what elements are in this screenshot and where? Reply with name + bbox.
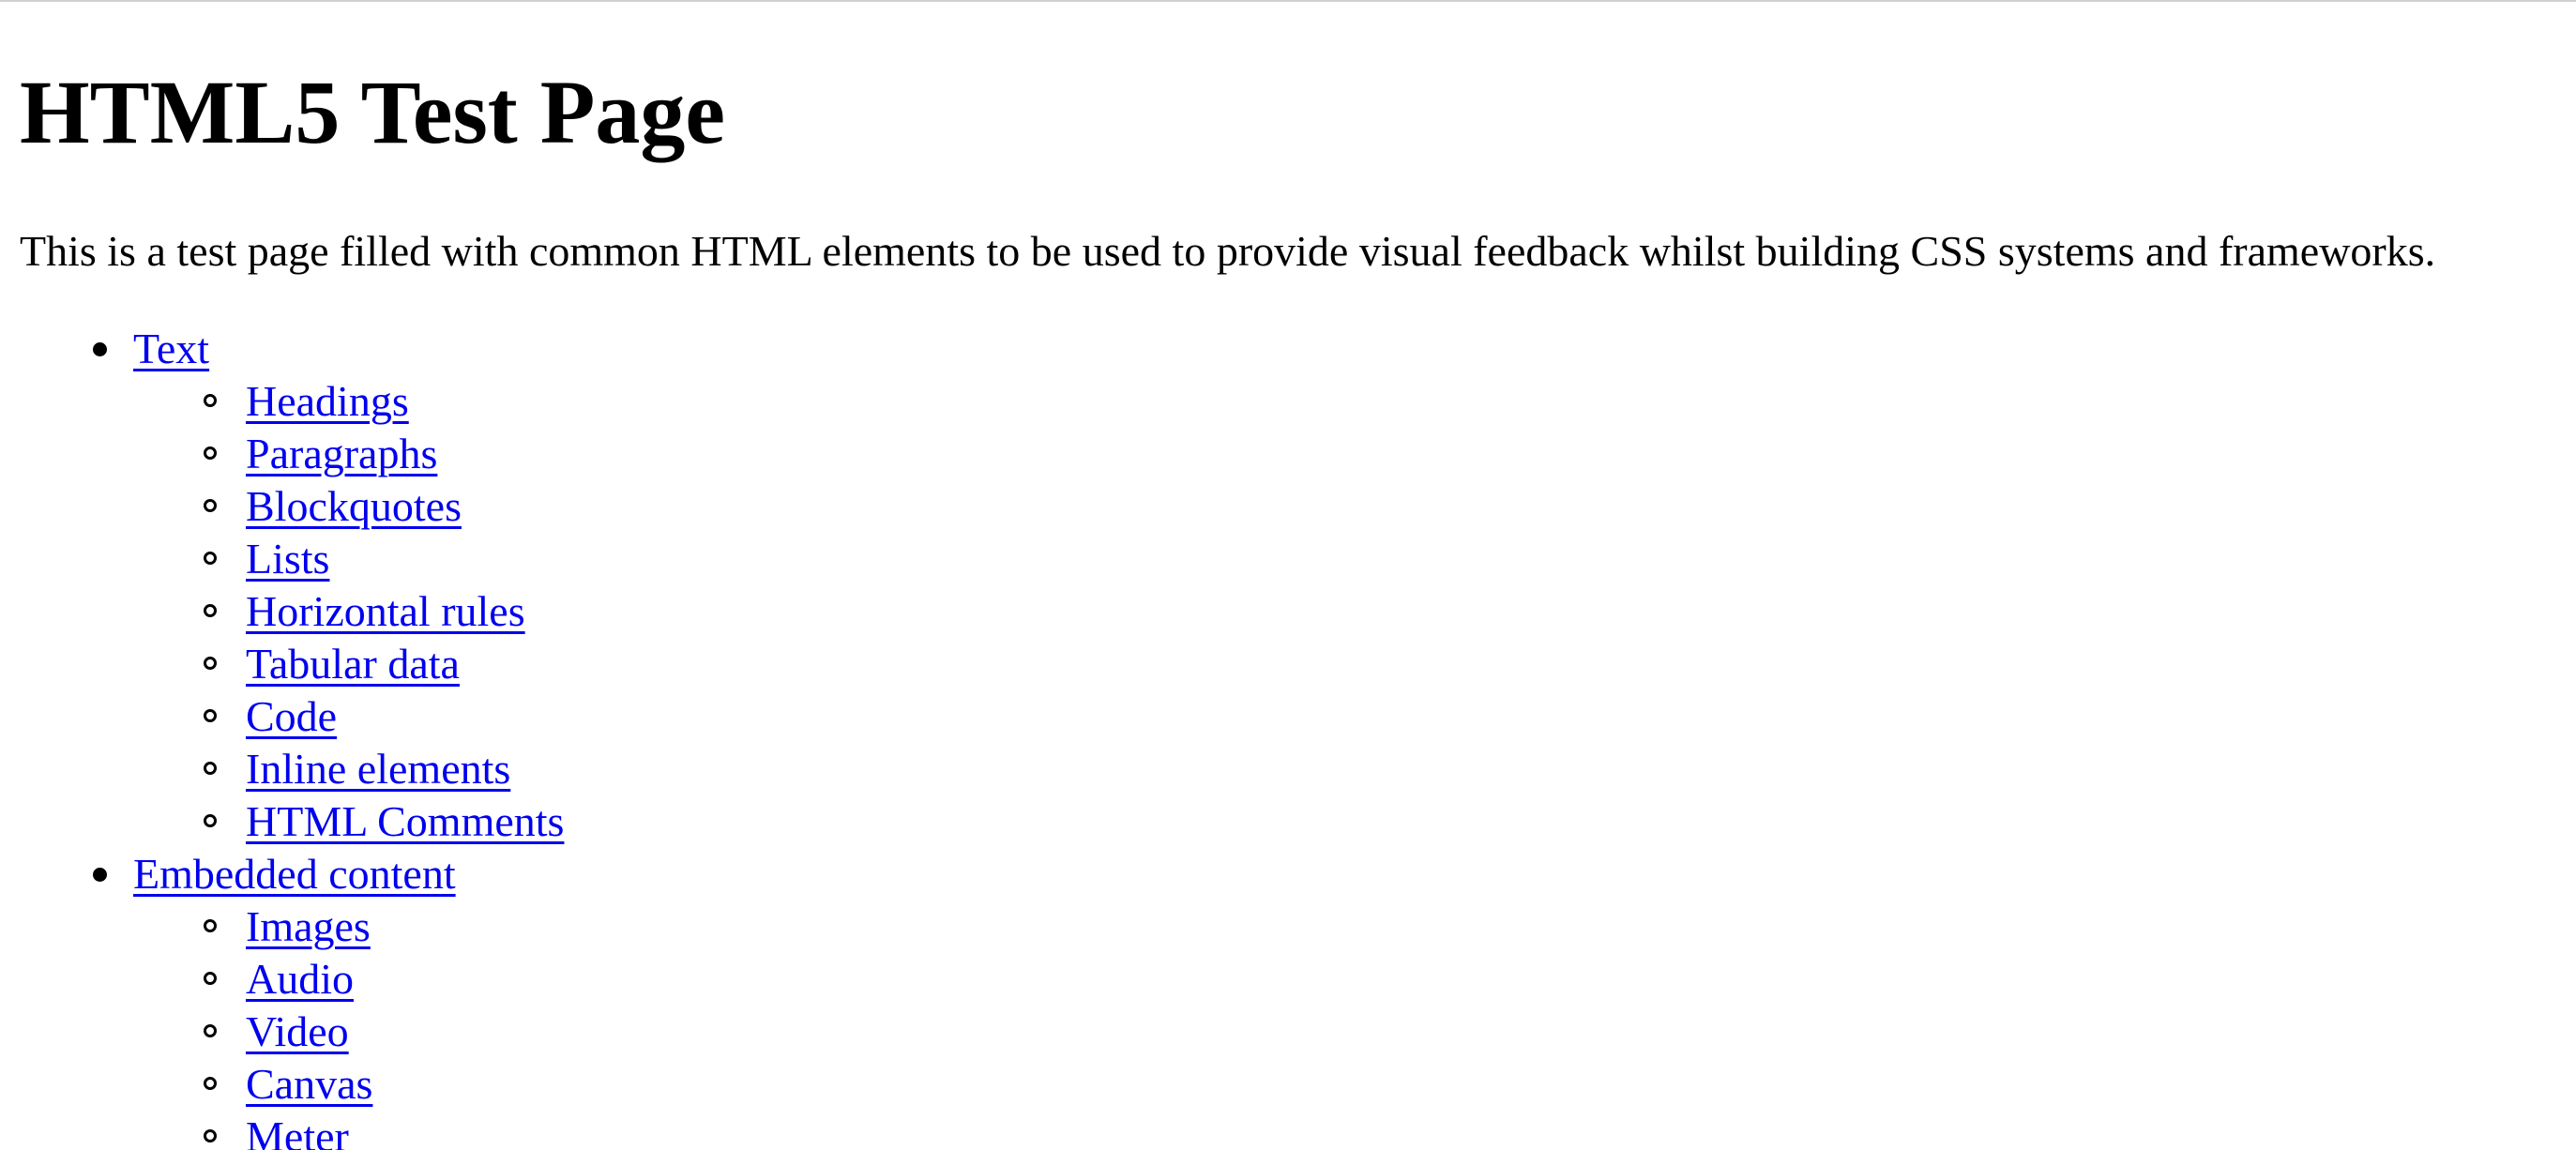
circle-bullet-icon [204, 762, 217, 775]
circle-bullet-icon [204, 604, 217, 617]
circle-bullet-icon [204, 446, 217, 460]
toc-link-code[interactable]: Code [246, 690, 337, 743]
circle-bullet-icon [204, 972, 217, 985]
circle-bullet-icon [204, 919, 217, 932]
page-title: HTML5 Test Page [20, 62, 726, 162]
intro-paragraph: This is a test page filled with common H… [20, 227, 2436, 275]
toc-link-video[interactable]: Video [246, 1006, 349, 1058]
toc-link-horizontal-rules[interactable]: Horizontal rules [246, 585, 525, 638]
toc-link-text[interactable]: Text [133, 323, 209, 375]
circle-bullet-icon [204, 552, 217, 565]
circle-bullet-icon [204, 814, 217, 827]
toc-link-lists[interactable]: Lists [246, 533, 329, 585]
circle-bullet-icon [204, 1024, 217, 1037]
toc-link-canvas[interactable]: Canvas [246, 1058, 372, 1111]
toc-link-tabular-data[interactable]: Tabular data [246, 638, 460, 690]
toc-link-blockquotes[interactable]: Blockquotes [246, 480, 462, 533]
circle-bullet-icon [204, 657, 217, 670]
toc-link-inline-elements[interactable]: Inline elements [246, 743, 510, 795]
toc-link-html-comments[interactable]: HTML Comments [246, 795, 564, 848]
toc-link-meter[interactable]: Meter [246, 1111, 349, 1150]
disc-bullet-icon [93, 342, 107, 356]
top-border [0, 0, 2576, 2]
toc-link-embedded-content[interactable]: Embedded content [133, 848, 456, 900]
circle-bullet-icon [204, 499, 217, 512]
circle-bullet-icon [204, 1077, 217, 1090]
circle-bullet-icon [204, 709, 217, 722]
circle-bullet-icon [204, 394, 217, 407]
toc-link-headings[interactable]: Headings [246, 375, 409, 428]
disc-bullet-icon [93, 868, 107, 882]
toc-link-paragraphs[interactable]: Paragraphs [246, 428, 437, 480]
circle-bullet-icon [204, 1129, 217, 1142]
toc-link-images[interactable]: Images [246, 900, 371, 953]
toc-link-audio[interactable]: Audio [246, 953, 354, 1006]
